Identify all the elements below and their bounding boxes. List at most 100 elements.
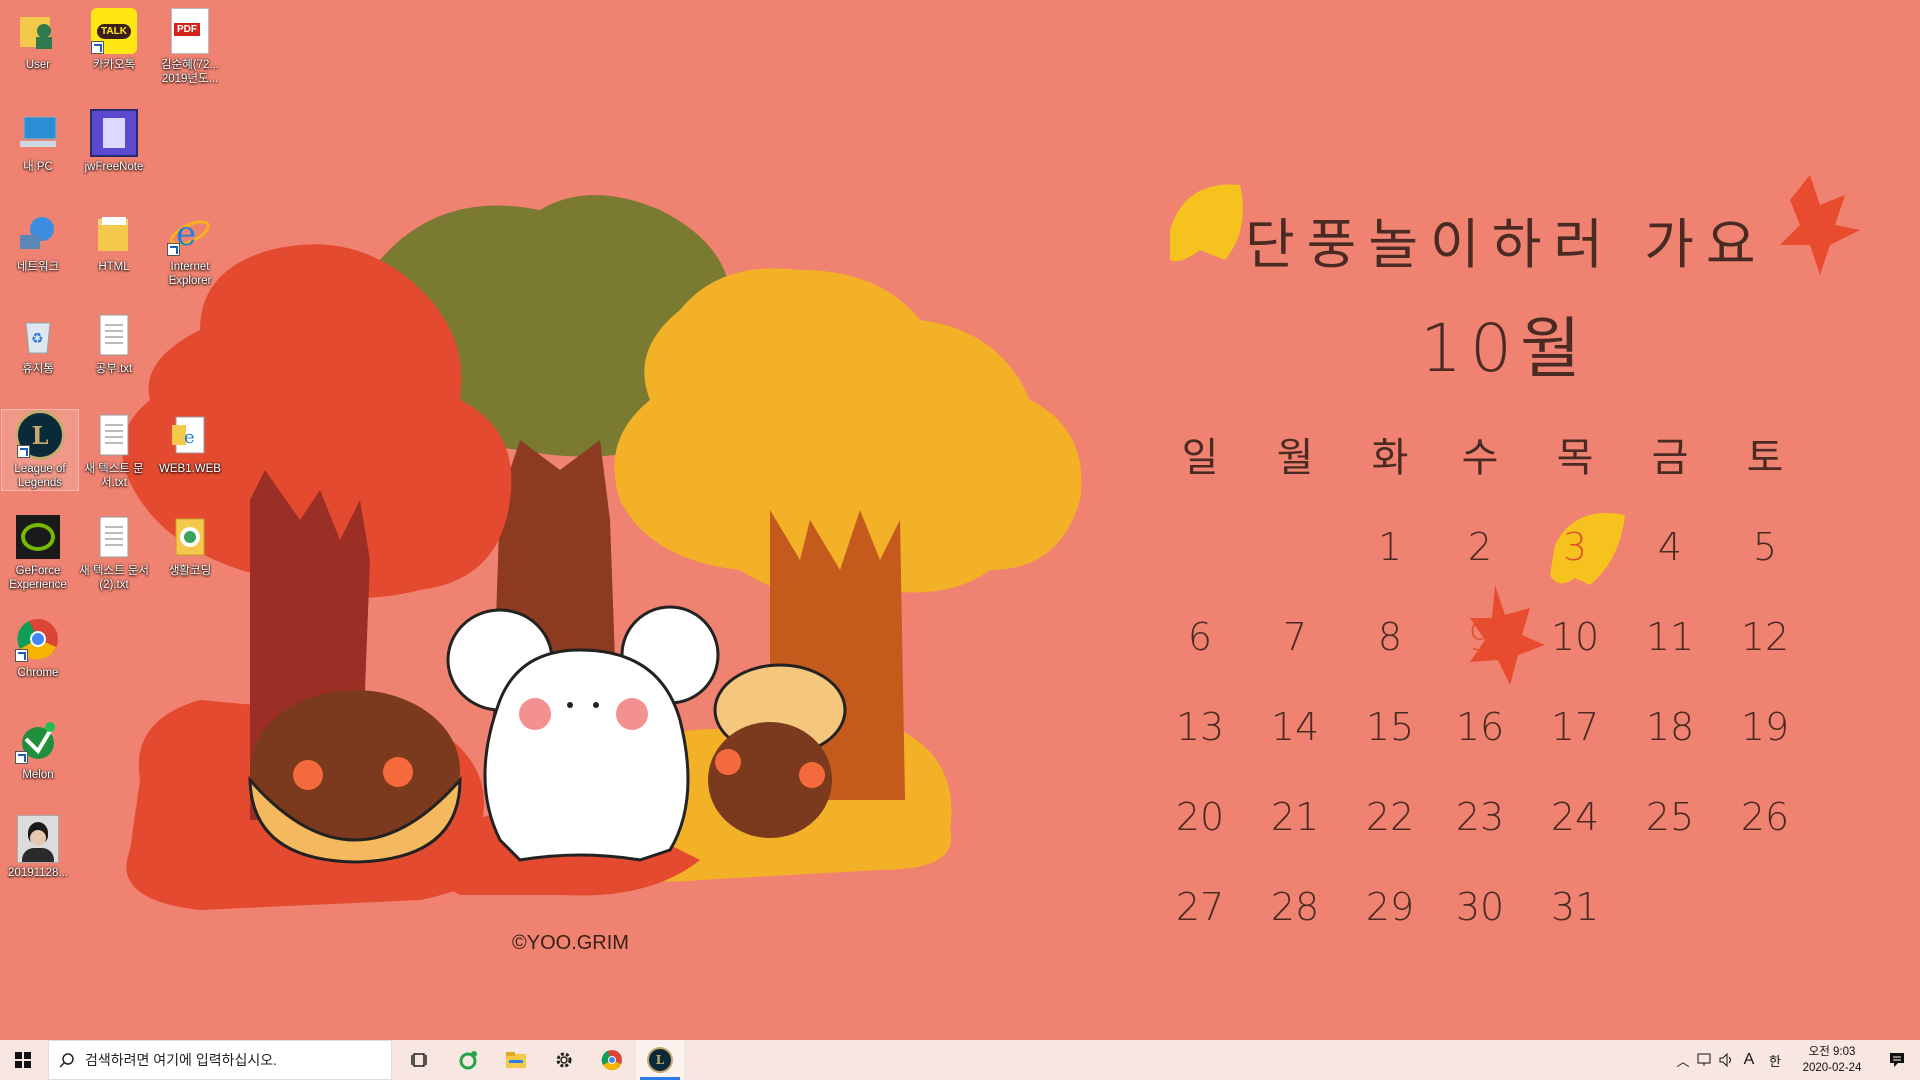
calendar-day: 5 [1752,525,1778,569]
desktop-icon-geforce-experience[interactable]: GeForce Experience [0,512,76,592]
folder-icon [98,217,128,251]
desktop-icon-label: 네트워크 [16,261,60,273]
calendar-day: 29 [1365,885,1415,929]
calendar-day: 14 [1270,705,1320,749]
taskbar-league-of-legends[interactable]: L [636,1040,684,1080]
desktop-icon-label: 새 텍스트 문서.txt [84,463,144,489]
desktop-icon-new-text-doc[interactable]: 새 텍스트 문서.txt [76,410,152,490]
taskbar-clock[interactable]: 오전 9:03 2020-02-24 [1790,1044,1874,1076]
desktop-icon-label: 김순혜(72... 2019년도... [161,59,219,85]
chevron-up-icon: ︿ [1676,1053,1690,1069]
ime-language-button[interactable]: 한 [1760,1040,1790,1080]
calendar-day: 31 [1550,885,1600,929]
desktop-icon-web1[interactable]: e WEB1.WEB [152,410,228,476]
clock-time: 오전 9:03 [1808,1046,1856,1058]
text-file-icon [99,414,129,456]
desktop-icon-saenghwal-coding[interactable]: 생활코딩 [152,512,228,578]
desktop-icon-chrome[interactable]: Chrome [0,614,76,680]
calendar-day: 19 [1740,705,1790,749]
task-view-button[interactable] [396,1040,444,1080]
calendar-day: 2 [1467,525,1493,569]
desktop-icon-label: HTML [98,261,130,273]
desktop-icon-new-text-doc-2[interactable]: 새 텍스트 문서 (2).txt [76,512,152,592]
calendar-weekday: 금 [1651,435,1689,481]
calendar-day: 13 [1175,705,1225,749]
desktop-icon-melon[interactable]: Melon [0,716,76,782]
desktop-icon-label: GeForce Experience [9,565,67,591]
desktop-icon-photo[interactable]: 20191128... [0,814,76,880]
desktop-icon-label: 공부.txt [95,363,133,375]
text-file-icon [99,314,129,356]
calendar-weekday: 토 [1746,435,1784,481]
wallpaper-calendar: 단풍놀이하러 가요 10월 일월화수목금토 1 2 3 4 5 6 7 8 9 10 11 12 13 1… [1150,160,1850,929]
taskbar-app-green[interactable] [444,1040,492,1080]
nvidia-geforce-icon [16,515,60,559]
calendar-day: 10 [1550,615,1600,659]
calendar-day: 30 [1455,885,1505,929]
taskbar-settings[interactable] [540,1040,588,1080]
task-view-icon [411,1053,427,1067]
calendar-day: 23 [1455,795,1505,839]
calendar-day: 11 [1645,615,1695,659]
pdf-badge-text: PDF [174,23,200,36]
desktop-icon-league-of-legends[interactable]: L League of Legends [1,409,79,491]
clock-date: 2020-02-24 [1802,1062,1862,1074]
speaker-icon [1719,1053,1731,1067]
desktop-icon-user[interactable]: User [0,6,76,72]
system-tray: ︿ A 한 오전 9:03 2020-02-24 [1672,1040,1920,1080]
shortcut-arrow-icon [15,649,28,662]
calendar-day: 25 [1645,795,1695,839]
desktop-icon-this-pc[interactable]: 내 PC [0,108,76,174]
web-file-icon: e [172,416,205,454]
desktop-icon-label: 20191128... [8,867,68,879]
shortcut-arrow-icon [167,243,180,256]
desktop-icon-recycle-bin[interactable]: ♻ 휴지통 [0,310,76,376]
taskbar-chrome[interactable] [588,1040,636,1080]
calendar-day: 27 [1175,885,1225,929]
calendar-day: 20 [1175,795,1225,839]
calendar-weekday: 목 [1556,435,1594,481]
desktop-icon-label: 생활코딩 [168,565,212,577]
gear-icon [556,1052,572,1068]
volume-button[interactable] [1716,1040,1738,1080]
taskbar-search-box[interactable]: 검색하려면 여기에 입력하십시오. [48,1040,392,1080]
web-shortcut-icon [175,518,205,556]
desktop-icon-label: League of Legends [14,463,66,489]
pdf-file-icon: PDF [171,8,209,54]
desktop-icon-pdf-file[interactable]: PDF 김순혜(72... 2019년도... [152,6,228,86]
recycle-bin-icon: ♻ [25,322,51,354]
taskbar-file-explorer[interactable] [492,1040,540,1080]
wallpaper-credit: ©YOO.GRIM [512,932,629,954]
desktop-icon-label: 카카오톡 [92,59,136,71]
desktop-icon-network[interactable]: 네트워크 [0,208,76,274]
calendar-title: 단풍놀이하러 가요 [1245,213,1768,276]
desktop[interactable]: User TALK 카카오톡 PDF 김순혜(72... 2019년도... 내… [0,0,1920,1040]
calendar-day: 24 [1550,795,1600,839]
calendar-day: 12 [1740,615,1790,659]
calendar-day: 26 [1740,795,1790,839]
desktop-icon-html-folder[interactable]: HTML [76,208,152,274]
calendar-day: 8 [1377,615,1403,659]
desktop-icon-jwfreenote[interactable]: jwFreeNote [76,108,152,174]
desktop-icon-study-txt[interactable]: 공부.txt [76,310,152,376]
shortcut-arrow-icon [15,751,28,764]
start-button[interactable] [0,1040,46,1080]
ime-mode-button[interactable]: A [1738,1040,1760,1080]
league-of-legends-icon: L [647,1047,673,1073]
desktop-icon-label: Chrome [17,667,59,679]
user-folder-icon [20,17,52,49]
calendar-day: 28 [1270,885,1320,929]
calendar-weekday: 월 [1276,435,1314,481]
desktop-icon-label: 휴지통 [22,363,54,375]
action-center-button[interactable] [1874,1052,1920,1068]
desktop-icon-label: 내 PC [23,161,53,173]
calendar-day: 21 [1270,795,1320,839]
search-placeholder: 검색하려면 여기에 입력하십시오. [85,1052,277,1068]
desktop-icon-label: WEB1.WEB [159,463,221,475]
network-status-button[interactable] [1694,1040,1716,1080]
calendar-day: 15 [1365,705,1415,749]
desktop-icon-kakaotalk[interactable]: TALK 카카오톡 [76,6,152,72]
show-hidden-icons-button[interactable]: ︿ [1672,1040,1694,1080]
desktop-icon-internet-explorer[interactable]: e Internet Explorer [152,208,228,288]
network-globe-icon [20,217,54,249]
